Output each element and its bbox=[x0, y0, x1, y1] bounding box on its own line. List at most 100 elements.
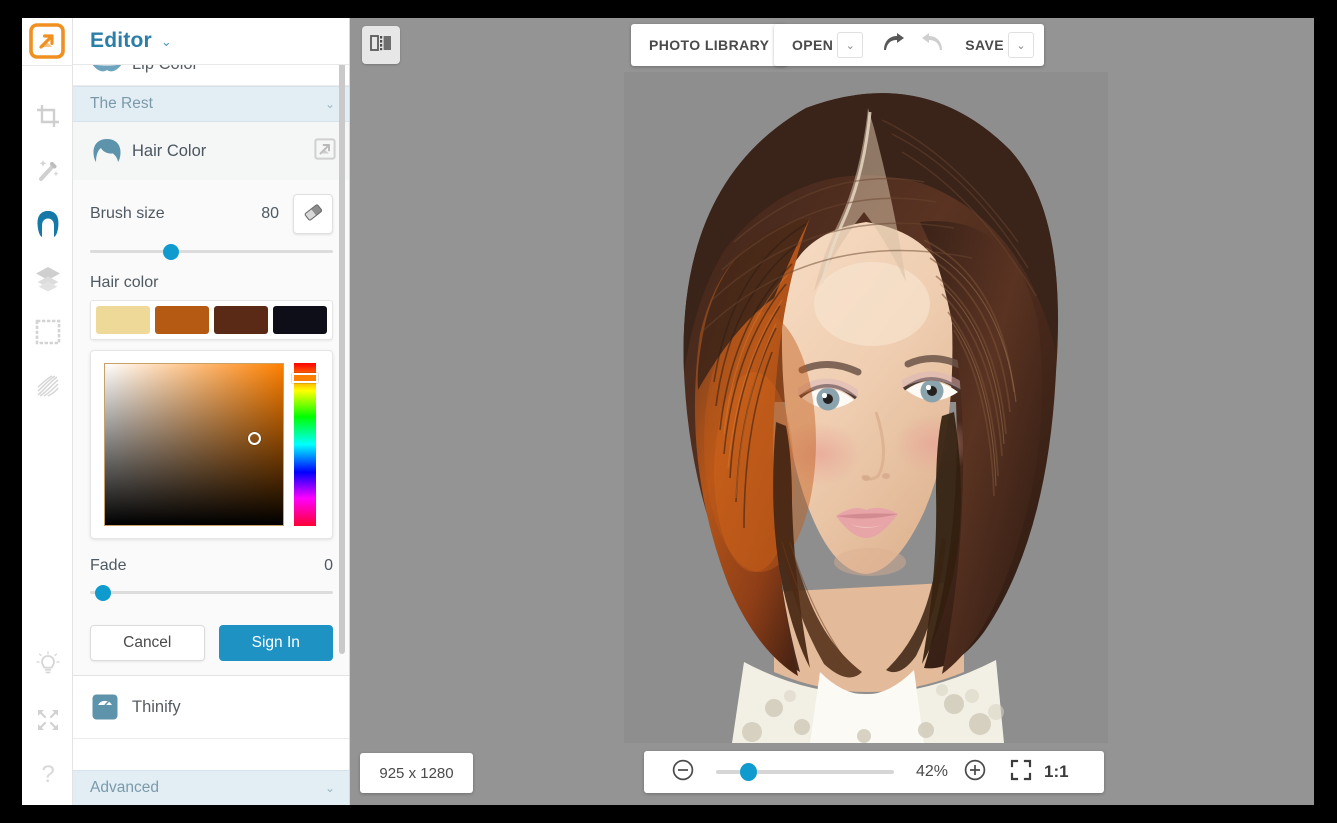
brush-size-slider[interactable] bbox=[90, 242, 333, 262]
hair-icon bbox=[90, 137, 132, 165]
list-item-label: Thinify bbox=[132, 698, 181, 717]
fade-control: Fade 0 bbox=[90, 557, 333, 575]
list-item-thinify[interactable]: Thinify bbox=[73, 676, 350, 739]
sidebar-item-touch-up[interactable] bbox=[22, 144, 73, 196]
brush-size-label: Brush size bbox=[90, 205, 165, 223]
redo-button[interactable] bbox=[913, 24, 953, 66]
cancel-button[interactable]: Cancel bbox=[90, 625, 205, 661]
brush-size-value: 80 bbox=[261, 205, 279, 223]
sidebar-item-textures[interactable] bbox=[22, 360, 73, 412]
slider-knob[interactable] bbox=[163, 244, 179, 260]
frame-icon bbox=[35, 319, 61, 345]
list-item-label: Lip Color bbox=[132, 65, 198, 74]
fade-label: Fade bbox=[90, 557, 126, 575]
lightbulb-icon bbox=[35, 651, 61, 677]
question-mark-icon: ? bbox=[35, 761, 61, 787]
saturation-value-area[interactable] bbox=[104, 363, 284, 526]
hue-slider[interactable] bbox=[294, 363, 316, 526]
crop-icon bbox=[35, 103, 61, 129]
slider-knob[interactable] bbox=[95, 585, 111, 601]
chevron-down-icon[interactable]: ⌄ bbox=[161, 35, 172, 48]
fit-screen-icon bbox=[1009, 758, 1033, 787]
hair-color-header[interactable]: Hair Color bbox=[73, 122, 350, 180]
panel-title: Hair Color bbox=[132, 142, 206, 161]
sign-in-button[interactable]: Sign In bbox=[219, 625, 334, 661]
editor-sidebar: Editor ⌄ Lip Color The Rest ⌄ bbox=[73, 18, 350, 805]
split-compare-icon bbox=[370, 33, 392, 58]
hair-color-label: Hair color bbox=[90, 274, 333, 292]
sidebar-item-help[interactable]: ? bbox=[22, 748, 73, 800]
file-actions-group: OPEN ⌄ SAVE ⌄ bbox=[774, 24, 1044, 66]
swatch-copper[interactable] bbox=[155, 306, 209, 334]
hair-color-swatches bbox=[90, 300, 333, 340]
eraser-icon bbox=[302, 201, 324, 228]
color-picker bbox=[90, 350, 333, 539]
magic-wand-icon bbox=[35, 157, 61, 183]
hue-slider-cursor[interactable] bbox=[292, 373, 318, 383]
open-dropdown-caret[interactable]: ⌄ bbox=[837, 32, 863, 58]
zoom-slider[interactable] bbox=[716, 762, 894, 782]
section-label: Advanced bbox=[90, 779, 159, 797]
rail-divider bbox=[22, 65, 73, 66]
open-button[interactable]: OPEN bbox=[774, 24, 843, 66]
expand-arrows-icon bbox=[35, 707, 61, 733]
lips-icon bbox=[90, 65, 132, 74]
sidebar-item-frames[interactable] bbox=[22, 306, 73, 358]
save-button[interactable]: SAVE bbox=[953, 24, 1014, 66]
compare-toggle-button[interactable] bbox=[362, 26, 400, 64]
zoom-percent-label: 42% bbox=[908, 763, 956, 781]
slider-track bbox=[90, 591, 333, 594]
save-dropdown-caret[interactable]: ⌄ bbox=[1008, 32, 1034, 58]
zoom-ratio-button[interactable]: 1:1 bbox=[1040, 762, 1077, 782]
expand-external-icon[interactable] bbox=[314, 138, 336, 165]
image-dimensions-label: 925 x 1280 bbox=[360, 753, 473, 793]
slider-knob[interactable] bbox=[740, 763, 757, 781]
svg-text:?: ? bbox=[41, 761, 54, 787]
zoom-toolbar: 42% 1:1 bbox=[644, 751, 1104, 793]
swatch-black[interactable] bbox=[273, 306, 327, 334]
slider-track bbox=[90, 250, 333, 253]
sidebar-header: Editor ⌄ bbox=[73, 18, 350, 65]
zoom-in-button[interactable] bbox=[956, 753, 994, 791]
zoom-out-button[interactable] bbox=[664, 753, 702, 791]
eraser-button[interactable] bbox=[293, 194, 333, 234]
tool-rail: ? bbox=[22, 18, 73, 805]
color-picker-cursor[interactable] bbox=[248, 432, 261, 445]
sidebar-item-layers[interactable] bbox=[22, 252, 73, 304]
chevron-down-icon: ⌄ bbox=[325, 781, 335, 795]
texture-icon bbox=[35, 373, 61, 399]
scale-icon bbox=[90, 692, 132, 722]
face-portrait-icon bbox=[33, 209, 63, 239]
sidebar-scroll-area: Lip Color The Rest ⌄ Hair Color bbox=[73, 65, 350, 770]
photo-library-button[interactable]: PHOTO LIBRARY bbox=[631, 24, 787, 66]
hair-color-panel: Hair Color Brush size 80 bbox=[73, 122, 350, 676]
redo-arrow-icon bbox=[920, 32, 946, 59]
panel-actions: Cancel Sign In bbox=[90, 625, 333, 661]
fit-screen-button[interactable] bbox=[1002, 753, 1040, 791]
photo-canvas[interactable] bbox=[624, 72, 1108, 743]
photo-library-group: PHOTO LIBRARY bbox=[631, 24, 787, 66]
layers-icon bbox=[34, 264, 62, 292]
undo-arrow-icon bbox=[880, 32, 906, 59]
swatch-blonde[interactable] bbox=[96, 306, 150, 334]
sidebar-item-crop[interactable] bbox=[22, 90, 73, 142]
portrait-image bbox=[624, 72, 1108, 743]
chevron-down-icon: ⌄ bbox=[325, 97, 335, 111]
editor-app: ? Editor ⌄ Lip Color The Rest bbox=[22, 18, 1314, 805]
section-header-the-rest[interactable]: The Rest ⌄ bbox=[73, 86, 350, 122]
section-header-advanced[interactable]: Advanced ⌄ bbox=[73, 770, 350, 805]
fade-slider[interactable] bbox=[90, 583, 333, 603]
sidebar-item-ideas[interactable] bbox=[22, 638, 73, 690]
undo-button[interactable] bbox=[873, 24, 913, 66]
app-logo-icon[interactable] bbox=[29, 23, 65, 59]
fade-value: 0 bbox=[324, 557, 333, 575]
list-item-lip-color[interactable]: Lip Color bbox=[73, 65, 350, 86]
section-label: The Rest bbox=[90, 95, 153, 113]
sidebar-item-beautify[interactable] bbox=[22, 198, 73, 250]
zoom-in-icon bbox=[963, 758, 987, 787]
sidebar-item-fullscreen[interactable] bbox=[22, 694, 73, 746]
swatch-dark-brown[interactable] bbox=[214, 306, 268, 334]
zoom-out-icon bbox=[671, 758, 695, 787]
brush-size-control: Brush size 80 bbox=[90, 194, 333, 234]
page-title: Editor bbox=[90, 29, 152, 53]
